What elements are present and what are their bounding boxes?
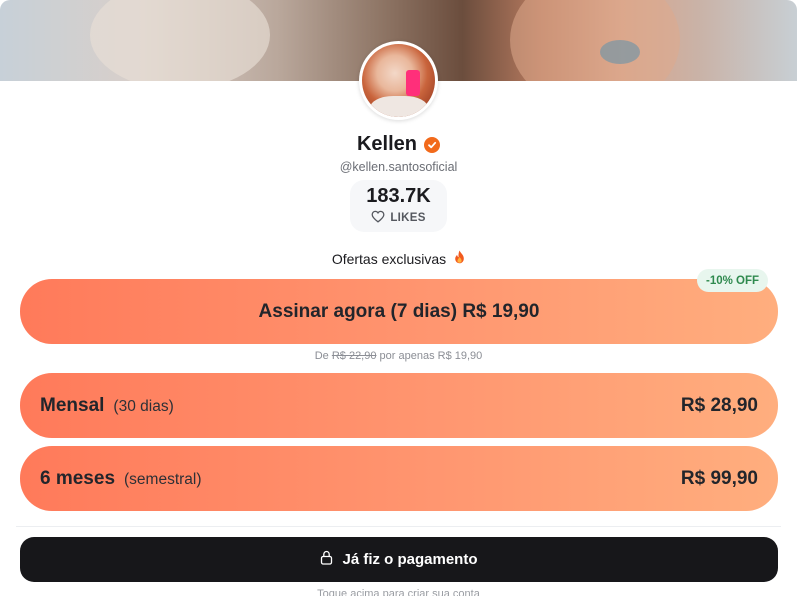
offers-heading: Ofertas exclusivas (0, 250, 797, 267)
heart-icon (371, 210, 385, 226)
plan-name: Mensal (40, 394, 105, 416)
plan-price: R$ 28,90 (680, 394, 758, 416)
likes-stat: 183.7K LIKES (350, 180, 447, 232)
promo-price-note: De R$ 22,90 por apenas R$ 19,90 (0, 350, 797, 362)
likes-label: LIKES (390, 212, 426, 224)
plan-monthly-button[interactable]: Mensal (30 dias) R$ 28,90 (20, 373, 778, 438)
promo-suffix: por apenas R$ 19,90 (379, 350, 483, 362)
already-paid-button[interactable]: Já fiz o pagamento (20, 537, 778, 582)
already-paid-label: Já fiz o pagamento (342, 551, 478, 568)
plan-period: (semestral) (124, 470, 202, 488)
offers-title: Ofertas exclusivas (331, 250, 447, 267)
cover-image-region (90, 0, 270, 81)
verified-badge-icon (424, 136, 441, 153)
likes-count: 183.7K (366, 185, 431, 207)
cover-image-region (600, 40, 640, 64)
footer-hint: Toque acima para criar sua conta (317, 588, 480, 596)
promo-old-price: R$ 22,90 (331, 350, 377, 362)
cover-image-region (510, 0, 680, 81)
plan-semester-button[interactable]: 6 meses (semestral) R$ 99,90 (20, 446, 778, 511)
profile-name: Kellen (356, 133, 418, 155)
avatar-image-detail (370, 96, 428, 117)
profile-handle: @kellen.santosoficial (339, 160, 458, 174)
plan-title-group: Mensal (30 dias) (40, 395, 174, 417)
plan-price: R$ 99,90 (680, 467, 758, 489)
subscribe-weekly-button[interactable]: Assinar agora (7 dias) R$ 19,90 (20, 279, 778, 344)
plan-title-group: 6 meses (semestral) (40, 468, 202, 490)
plan-period: (30 dias) (113, 397, 174, 415)
plan-name: 6 meses (40, 467, 116, 489)
divider (16, 526, 781, 527)
avatar-image (362, 44, 435, 117)
profile-name-row: Kellen (0, 133, 797, 156)
avatar-image-detail (406, 70, 420, 96)
likes-label-row: LIKES (350, 210, 447, 226)
fire-icon (454, 250, 465, 267)
discount-badge: -10% OFF (697, 269, 769, 292)
subscribe-weekly-label: Assinar agora (7 dias) R$ 19,90 (258, 300, 540, 322)
avatar[interactable] (359, 41, 438, 120)
lock-icon (320, 550, 333, 569)
promo-prefix: De (314, 350, 329, 362)
